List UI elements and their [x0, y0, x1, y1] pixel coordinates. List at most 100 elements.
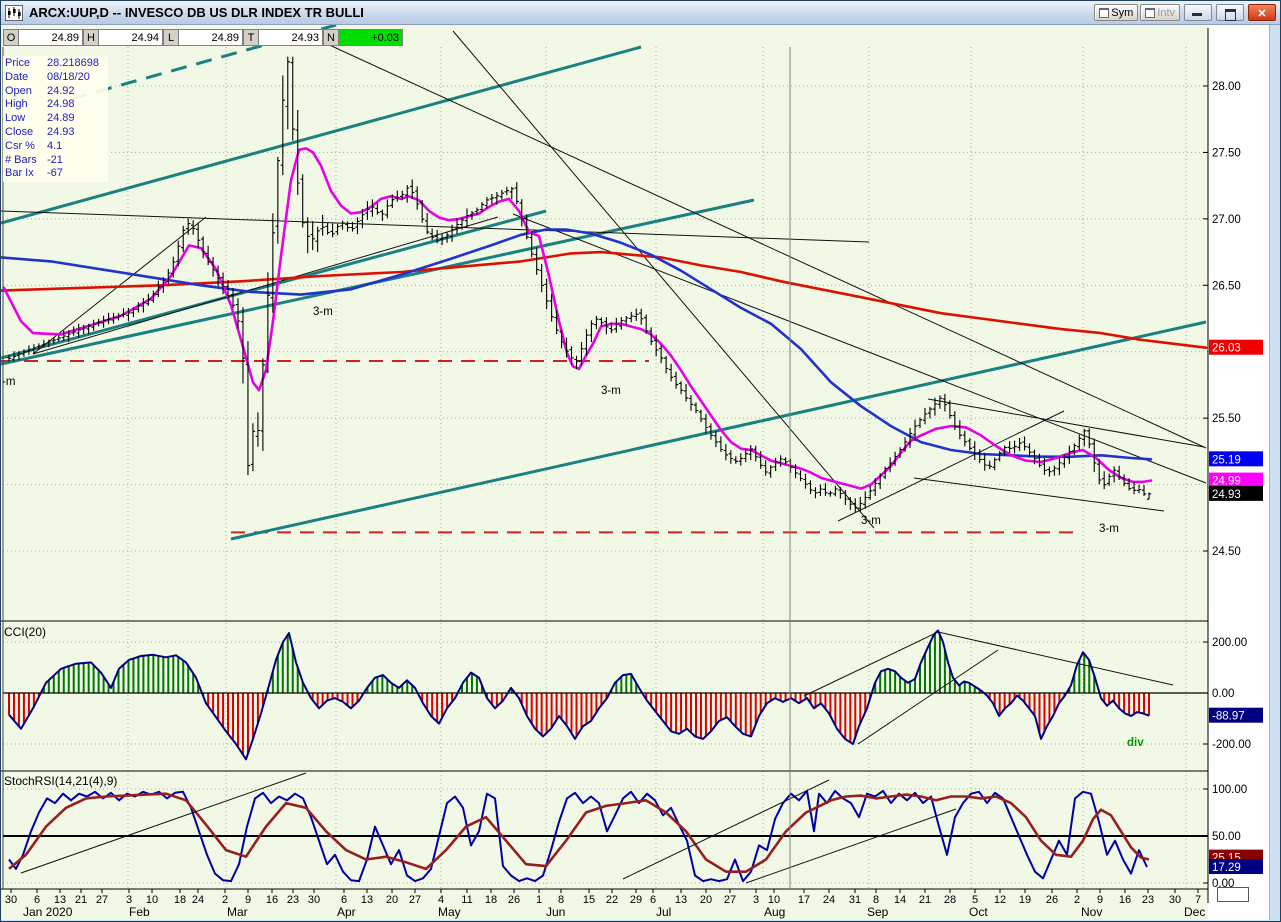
x-axis-month-label: Aug — [764, 905, 785, 919]
y-axis-label: 100.00 — [1212, 784, 1247, 796]
chart-canvas[interactable]: 28.0027.5027.0026.5025.5024.50200.000.00… — [1, 25, 1281, 922]
window-title: ARCX:UUP,D -- INVESCO DB US DLR INDEX TR… — [29, 5, 364, 20]
window-frame-right — [1269, 25, 1281, 922]
axis-price-tag: 25.19 — [1209, 451, 1263, 466]
x-axis-day-label: 20 — [386, 894, 398, 906]
x-axis-month-label: Dec — [1184, 905, 1205, 919]
info-row: Price28.218698 — [5, 57, 106, 71]
axis-price-tag: -88.97 — [1209, 708, 1263, 723]
y-axis-label: 26.50 — [1212, 280, 1241, 292]
svg-text:-88.97: -88.97 — [1212, 711, 1245, 723]
chart-annotation: 3-m — [861, 515, 881, 527]
crosshair-info-box: Price28.218698Date08/18/20Open24.92High2… — [3, 56, 108, 182]
info-row: # Bars-21 — [5, 154, 106, 168]
x-axis-day-label: 22 — [606, 894, 618, 906]
x-axis-day-label: 19 — [1019, 894, 1031, 906]
svg-text:26.03: 26.03 — [1212, 343, 1241, 355]
x-axis-day-label: 20 — [700, 894, 712, 906]
stoch-panel-label: StochRSI(14,21(4),9) — [4, 774, 117, 788]
x-axis-day-label: 16 — [266, 894, 278, 906]
x-axis-day-label: 1 — [536, 894, 542, 906]
sym-button[interactable]: Sym — [1094, 4, 1138, 21]
x-axis-day-label: 21 — [75, 894, 87, 906]
chart-annotation: 3-m — [601, 385, 621, 397]
info-row: Close24.93 — [5, 126, 106, 140]
svg-text:24.99: 24.99 — [1212, 476, 1241, 488]
axis-price-tag: 26.03 — [1209, 340, 1263, 355]
quote-field-value: 24.93 — [258, 29, 323, 46]
chart-annotation: div — [1127, 737, 1144, 749]
x-axis-month-label: Jan 2020 — [23, 905, 73, 919]
x-axis-day-label: 3 — [753, 894, 759, 906]
x-axis-day-label: 14 — [894, 894, 906, 906]
x-axis-day-label: 24 — [192, 894, 204, 906]
x-axis-day-label: 16 — [1119, 894, 1131, 906]
x-axis-day-label: 28 — [944, 894, 956, 906]
x-axis-day-label: 18 — [174, 894, 186, 906]
chart-area[interactable]: 28.0027.5027.0026.5025.5024.50200.000.00… — [1, 25, 1281, 922]
x-axis-month-label: Nov — [1081, 905, 1102, 919]
x-axis-month-label: Feb — [129, 905, 150, 919]
y-axis-label: 24.50 — [1212, 546, 1241, 558]
close-button[interactable]: ✕ — [1248, 4, 1276, 21]
quote-field-label: T — [243, 29, 258, 46]
x-axis-month-label: Sep — [867, 905, 889, 919]
quote-field-value: +0.03 — [338, 29, 403, 46]
y-axis-label: 0.00 — [1212, 688, 1234, 700]
quote-field-label: L — [163, 29, 178, 46]
axis-corner-box — [1217, 887, 1249, 902]
quote-field-value: 24.89 — [178, 29, 243, 46]
quote-field-label: H — [83, 29, 98, 46]
y-axis-label: 28.00 — [1212, 81, 1241, 93]
quote-bar: O24.89H24.94L24.89T24.93N+0.03 — [3, 29, 403, 46]
intv-button[interactable]: Intv — [1140, 4, 1180, 21]
x-axis-month-label: May — [438, 905, 461, 919]
chart-window: ARCX:UUP,D -- INVESCO DB US DLR INDEX TR… — [0, 0, 1281, 922]
info-row: Bar Ix-67 — [5, 167, 106, 181]
x-axis-day-label: 30 — [5, 894, 17, 906]
x-axis-day-label: 13 — [675, 894, 687, 906]
y-axis-label: 50.00 — [1212, 831, 1241, 843]
x-axis-day-label: 27 — [96, 894, 108, 906]
axis-price-tag: 24.93 — [1209, 486, 1263, 501]
svg-text:24.93: 24.93 — [1212, 489, 1241, 501]
x-axis-month-label: Mar — [227, 905, 248, 919]
info-row: Low24.89 — [5, 112, 106, 126]
svg-text:25.19: 25.19 — [1212, 454, 1241, 466]
maximize-button[interactable] — [1216, 4, 1244, 21]
x-axis-day-label: 11 — [461, 894, 472, 906]
y-axis-label: 200.00 — [1212, 637, 1247, 649]
quote-field-label: N — [323, 29, 338, 46]
chart-annotation: 3-m — [1099, 523, 1119, 535]
info-row: Open24.92 — [5, 85, 106, 99]
x-axis-month-label: Apr — [337, 905, 356, 919]
cci-panel-label: CCI(20) — [4, 625, 46, 639]
intv-window-icon — [1145, 8, 1155, 18]
x-axis-day-label: 12 — [994, 894, 1006, 906]
x-axis-day-label: 23 — [287, 894, 299, 906]
x-axis-day-label: 17 — [798, 894, 810, 906]
x-axis-day-label: 27 — [409, 894, 421, 906]
y-axis-label: 27.50 — [1212, 147, 1241, 159]
x-axis-day-label: 29 — [630, 894, 642, 906]
x-axis-day-label: 30 — [1169, 894, 1181, 906]
intv-button-label: Intv — [1157, 7, 1175, 19]
info-row: Csr %4.1 — [5, 140, 106, 154]
info-row: High24.98 — [5, 98, 106, 112]
chart-annotation: -m — [2, 376, 15, 388]
x-axis-day-label: 27 — [724, 894, 736, 906]
chart-annotation: 3-m — [313, 306, 333, 318]
x-axis-day-label: 26 — [508, 894, 520, 906]
quote-field-value: 24.89 — [18, 29, 83, 46]
x-axis-day-label: 13 — [361, 894, 373, 906]
axis-price-tag: 17.29 — [1209, 859, 1263, 874]
svg-text:17.29: 17.29 — [1212, 862, 1241, 874]
app-icon — [5, 5, 23, 21]
x-axis-day-label: 24 — [823, 894, 835, 906]
info-row: Date08/18/20 — [5, 71, 106, 85]
minimize-button[interactable] — [1184, 4, 1212, 21]
titlebar[interactable]: ARCX:UUP,D -- INVESCO DB US DLR INDEX TR… — [1, 1, 1280, 25]
x-axis-day-label: 23 — [1142, 894, 1154, 906]
quote-field-label: O — [3, 29, 18, 46]
sym-window-icon — [1099, 8, 1109, 18]
